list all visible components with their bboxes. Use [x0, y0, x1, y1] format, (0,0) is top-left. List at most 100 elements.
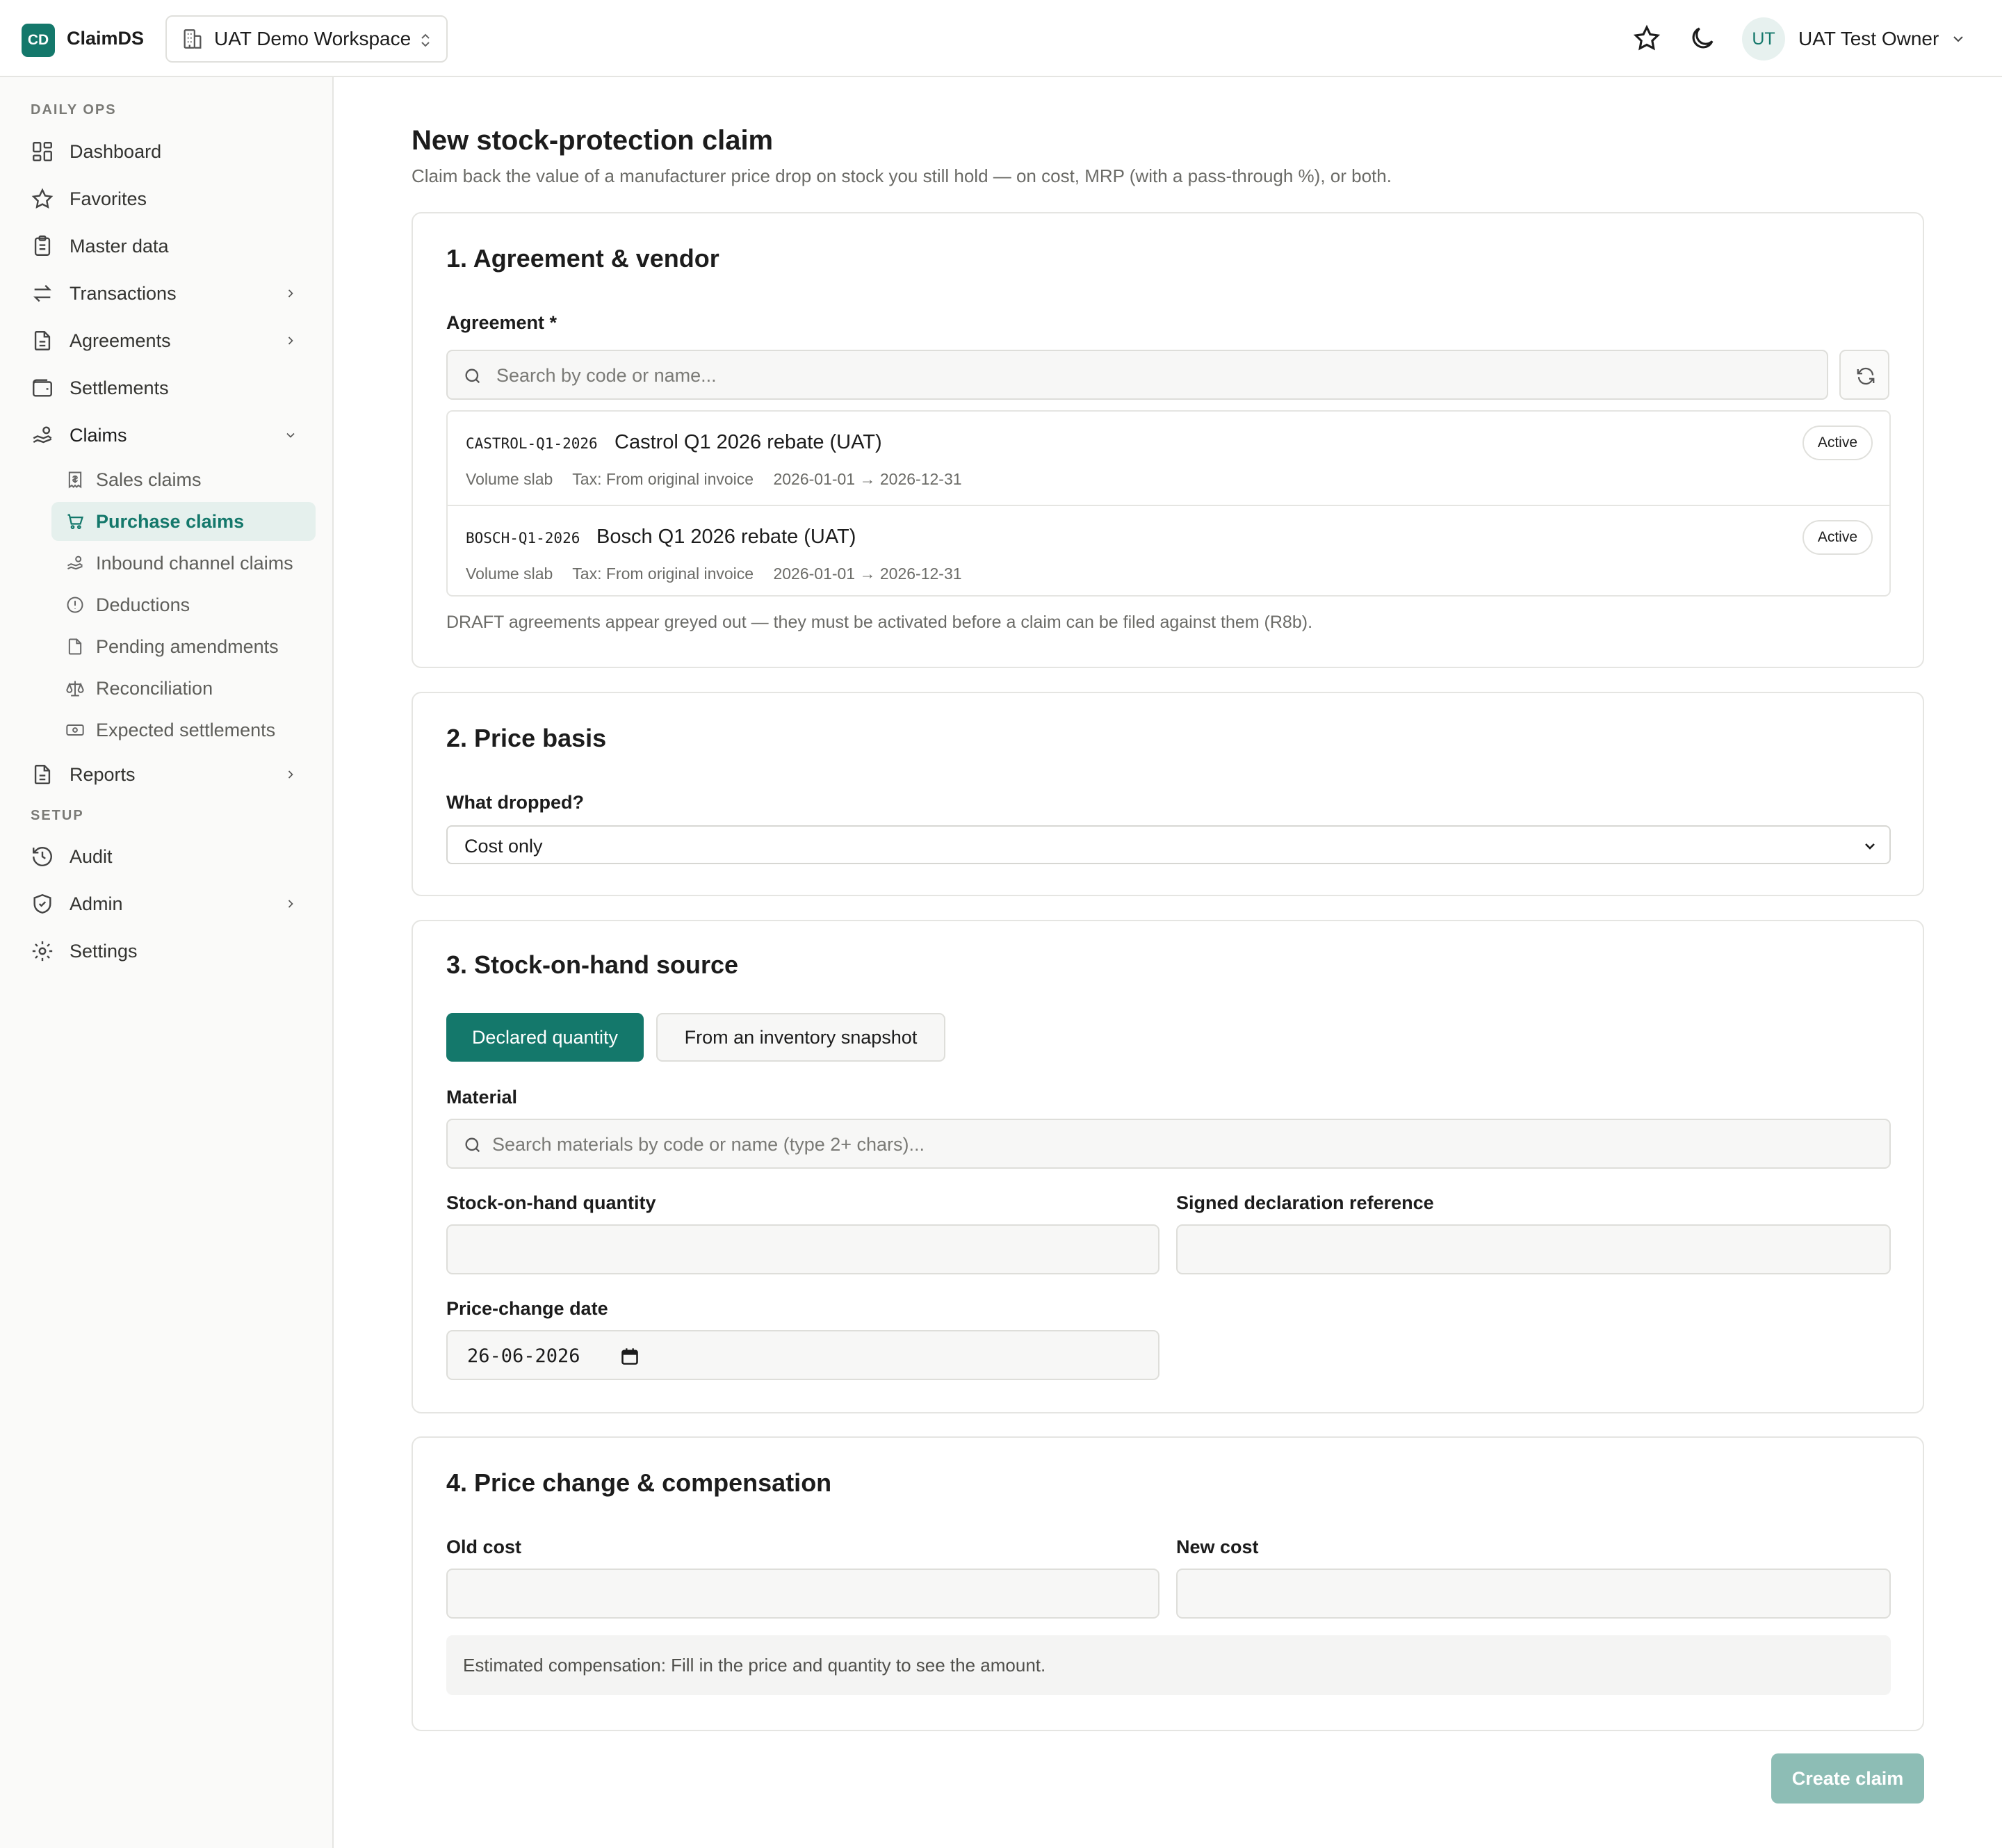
sidebar-item-settlements[interactable]: Settlements [28, 368, 313, 408]
inventory-snapshot-button[interactable]: From an inventory snapshot [656, 1013, 945, 1062]
sidebar-subitem-purchase-claims[interactable]: Purchase claims [51, 502, 316, 541]
material-label: Material [446, 1087, 518, 1108]
price-basis-select[interactable]: Cost only [446, 825, 1891, 864]
wallet-icon [33, 379, 52, 397]
section-title: 2. Price basis [446, 724, 607, 752]
sidebar-subitem-deductions[interactable]: Deductions [51, 585, 316, 624]
sidebar-item-audit[interactable]: Audit [28, 836, 313, 877]
refresh-button[interactable] [1839, 350, 1889, 400]
quantity-input[interactable] [446, 1224, 1159, 1274]
sidebar-subitem-sales-claims[interactable]: Sales claims [51, 460, 316, 499]
search-icon [465, 368, 480, 384]
sidebar-item-claims[interactable]: Claims [28, 415, 313, 455]
chevron-right-icon [288, 900, 293, 908]
workspace-switcher[interactable]: UAT Demo Workspace [165, 15, 448, 63]
sidebar-subitem-pending-amendments[interactable]: Pending amendments [51, 627, 316, 666]
scale-icon [66, 681, 84, 697]
estimate-text: Estimated compensation: Fill in the pric… [463, 1655, 1046, 1676]
sidebar-subitem-label: Sales claims [96, 469, 202, 490]
sidebar-item-agreements[interactable]: Agreements [28, 321, 313, 361]
sidebar-item-dashboard[interactable]: Dashboard [28, 131, 313, 172]
sidebar-subitem-inbound-channel-claims[interactable]: Inbound channel claims [51, 544, 316, 583]
app-logo[interactable]: CD [22, 24, 55, 57]
refresh-icon [1857, 367, 1875, 385]
card-agreement-vendor: 1. Agreement & vendor Agreement * Search… [412, 212, 1924, 668]
agreement-tax: Tax: From original invoice [572, 470, 754, 488]
sidebar-subitem-label: Reconciliation [96, 677, 213, 699]
price-basis-label: What dropped? [446, 792, 584, 813]
sidebar-item-settings[interactable]: Settings [28, 931, 313, 971]
sidebar-item-master-data[interactable]: Master data [28, 226, 313, 266]
agreement-name: Castrol Q1 2026 rebate (UAT) [615, 431, 882, 453]
section-title: 4. Price change & compensation [446, 1468, 832, 1497]
material-search-input[interactable]: Search materials by code or name (type 2… [446, 1119, 1891, 1169]
date-value: 26-06-2026 [467, 1345, 580, 1367]
agreement-period: 2026-01-01 → 2026-12-31 [773, 565, 962, 583]
sidebar-item-label: Dashboard [70, 140, 162, 162]
quantity-label: Stock-on-hand quantity [446, 1192, 656, 1213]
app-name[interactable]: ClaimDS [67, 28, 144, 49]
sidebar-item-label: Settlements [70, 377, 169, 398]
sidebar-item-label: Master data [70, 235, 169, 257]
sidebar-item-label: Audit [70, 845, 113, 867]
agreement-list: CASTROL-Q1-2026 Castrol Q1 2026 rebate (… [446, 410, 1891, 597]
workspace-name: UAT Demo Workspace [214, 28, 412, 49]
file-icon [68, 638, 82, 655]
price-change-date-input[interactable]: 26-06-2026 [446, 1330, 1159, 1380]
list-item[interactable]: BOSCH-Q1-2026 Bosch Q1 2026 rebate (UAT)… [448, 505, 1889, 595]
sidebar-subitem-label: Inbound channel claims [96, 552, 293, 574]
hand-coins-icon [33, 426, 52, 444]
chevron-right-icon [288, 770, 293, 779]
list-item[interactable]: CASTROL-Q1-2026 Castrol Q1 2026 rebate (… [448, 412, 1889, 505]
history-icon [33, 847, 52, 866]
new-cost-input[interactable] [1176, 1569, 1891, 1619]
report-icon [34, 765, 51, 784]
page-title: New stock-protection claim [412, 125, 774, 156]
agreement-search-input[interactable]: Search by code or name... [446, 350, 1828, 400]
sidebar-item-favorites[interactable]: Favorites [28, 179, 313, 219]
chevron-down-icon [286, 432, 295, 438]
sidebar-item-admin[interactable]: Admin [28, 884, 313, 924]
chevron-down-icon[interactable] [1948, 31, 1968, 47]
avatar[interactable]: UT [1742, 17, 1785, 60]
section-label-daily-ops: DAILY OPS [31, 102, 117, 117]
declaration-input[interactable] [1176, 1224, 1891, 1274]
star-icon[interactable] [1632, 24, 1661, 53]
sidebar-item-transactions[interactable]: Transactions [28, 273, 313, 314]
old-cost-label: Old cost [446, 1537, 522, 1557]
declared-quantity-button[interactable]: Declared quantity [446, 1013, 644, 1062]
arrows-icon [33, 284, 51, 302]
search-icon [465, 1137, 480, 1153]
sidebar-item-label: Admin [70, 893, 123, 914]
moon-icon[interactable] [1688, 24, 1717, 53]
agreement-tax: Tax: From original invoice [572, 565, 754, 583]
calendar-icon[interactable] [620, 1347, 640, 1366]
card-price-change: 4. Price change & compensation Old cost … [412, 1436, 1924, 1731]
page-subtitle: Claim back the value of a manufacturer p… [412, 165, 1392, 186]
document-icon [34, 331, 51, 350]
chevron-down-icon [1865, 843, 1875, 850]
sidebar-subitem-reconciliation[interactable]: Reconciliation [51, 669, 316, 708]
user-name[interactable]: UAT Test Owner [1798, 28, 1939, 50]
create-claim-button[interactable]: Create claim [1771, 1753, 1924, 1804]
star-icon [31, 188, 54, 209]
chevron-right-icon [288, 289, 293, 298]
agreement-meta: Volume slab Tax: From original invoice 2… [466, 470, 977, 489]
agreement-type: Volume slab [466, 565, 553, 583]
old-cost-input[interactable] [446, 1569, 1159, 1619]
sidebar-subitem-expected-settlements[interactable]: Expected settlements [51, 711, 316, 749]
dashboard-icon [33, 142, 52, 161]
sidebar-subitem-label: Deductions [96, 594, 190, 615]
gear-icon [32, 941, 53, 962]
sidebar: DAILY OPS Dashboard Favorites Master dat… [0, 77, 334, 1848]
agreement-name: Bosch Q1 2026 rebate (UAT) [596, 526, 856, 548]
section-label-setup: SETUP [31, 808, 84, 823]
search-placeholder: Search by code or name... [496, 365, 717, 386]
cart-icon [67, 514, 84, 530]
section-title: 3. Stock-on-hand source [446, 950, 739, 979]
sidebar-subitem-label: Expected settlements [96, 719, 276, 740]
status-badge: Active [1802, 520, 1873, 555]
banknote-icon [66, 724, 84, 736]
sidebar-item-reports[interactable]: Reports [28, 754, 313, 795]
card-stock-on-hand: 3. Stock-on-hand source Declared quantit… [412, 920, 1924, 1413]
